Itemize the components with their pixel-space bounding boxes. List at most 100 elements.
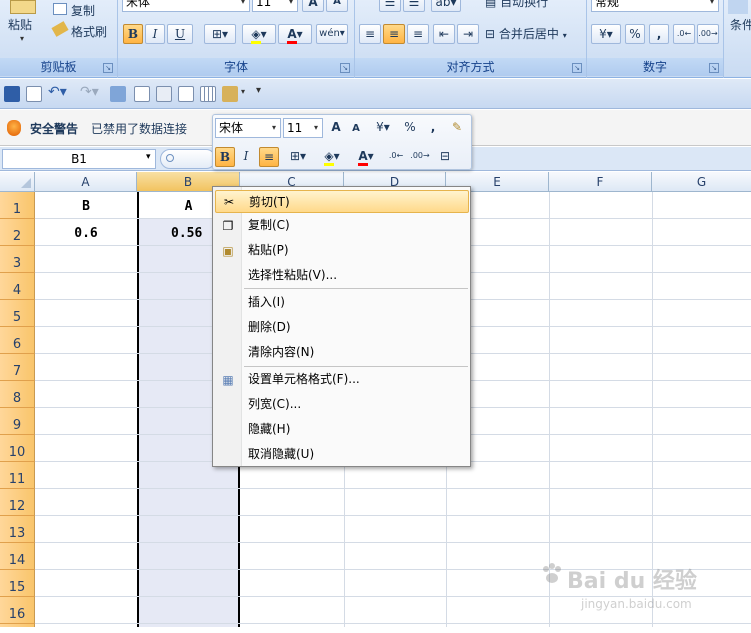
menu-item-unhide[interactable]: 取消隐藏(U) xyxy=(215,443,469,466)
mini-align-center-button[interactable]: ≡ xyxy=(259,147,279,167)
mini-format-painter-icon[interactable]: ✎ xyxy=(447,118,467,138)
paste-icon[interactable] xyxy=(10,0,36,14)
menu-item-paste-special[interactable]: 选择性粘贴(V)... xyxy=(215,264,469,287)
row-header-11[interactable]: 11 xyxy=(0,462,35,489)
row-header-7[interactable]: 7 xyxy=(0,354,35,381)
increase-indent-button[interactable]: ⇥ xyxy=(457,24,479,44)
orientation-button[interactable]: ab▾ xyxy=(431,0,461,12)
mini-border-button[interactable]: ⊞▾ xyxy=(283,147,313,167)
paste-dropdown-icon[interactable]: ▾ xyxy=(20,34,24,43)
menu-item-copy[interactable]: ❐ 复制(C) xyxy=(215,214,469,237)
currency-button[interactable]: ¥▾ xyxy=(591,24,621,44)
undo-icon[interactable]: ↶▾ xyxy=(48,84,67,100)
column-header-a[interactable]: A xyxy=(35,172,137,192)
chevron-down-icon[interactable]: ▾ xyxy=(146,152,151,162)
row-header-12[interactable]: 12 xyxy=(0,489,35,516)
border-button[interactable]: ⊞▾ xyxy=(204,24,236,44)
chevron-down-icon[interactable]: ▾ xyxy=(241,87,245,96)
row-header-9[interactable]: 9 xyxy=(0,408,35,435)
increase-decimal-button[interactable]: .0← xyxy=(673,24,695,44)
row-header-8[interactable]: 8 xyxy=(0,381,35,408)
column-header-f[interactable]: F xyxy=(549,172,652,192)
wrap-text-button[interactable]: ▤ 自动换行 xyxy=(485,0,585,12)
menu-item-delete[interactable]: 删除(D) xyxy=(215,316,469,339)
clipboard-launcher-icon[interactable]: ↘ xyxy=(103,63,113,73)
search-icon[interactable] xyxy=(178,86,194,102)
percent-button[interactable]: % xyxy=(625,24,645,44)
font-name-combo[interactable]: 宋体 ▾ xyxy=(122,0,250,12)
row-header-2[interactable]: 2 xyxy=(0,219,35,246)
font-launcher-icon[interactable]: ↘ xyxy=(340,63,350,73)
row-header-5[interactable]: 5 xyxy=(0,300,35,327)
row-header-10[interactable]: 10 xyxy=(0,435,35,462)
align-center-button[interactable]: ≡ xyxy=(383,24,405,44)
redo-icon[interactable]: ↷▾ xyxy=(80,84,99,100)
grid-icon[interactable] xyxy=(200,86,216,102)
number-launcher-icon[interactable]: ↘ xyxy=(709,63,719,73)
mini-font-size-combo[interactable]: 11 ▾ xyxy=(283,118,323,138)
align-bottom-button[interactable]: ☰ xyxy=(403,0,425,12)
row-header-6[interactable]: 6 xyxy=(0,327,35,354)
row-header-14[interactable]: 14 xyxy=(0,543,35,570)
copy-button[interactable]: 复制 xyxy=(71,2,95,19)
decrease-decimal-button[interactable]: .00→ xyxy=(697,24,719,44)
row-header-1[interactable]: 1 xyxy=(0,192,35,219)
mini-fill-color-button[interactable]: ◈▾ xyxy=(317,147,347,167)
number-format-combo[interactable]: 常规 ▾ xyxy=(591,0,719,12)
comma-button[interactable]: , xyxy=(649,24,669,44)
fill-color-button[interactable]: ◈▾ xyxy=(242,24,276,44)
align-left-button[interactable]: ≡ xyxy=(359,24,381,44)
mini-shrink-font-button[interactable]: A xyxy=(347,120,365,140)
mini-comma-button[interactable]: , xyxy=(425,118,441,138)
mini-increase-decimal-button[interactable]: .0← xyxy=(385,147,407,167)
menu-item-insert[interactable]: 插入(I) xyxy=(215,291,469,314)
save-icon[interactable] xyxy=(4,86,20,102)
menu-item-cut[interactable]: ✂ 剪切(T) xyxy=(215,190,469,213)
menu-item-paste[interactable]: ▣ 粘贴(P) xyxy=(215,239,469,262)
phonetic-button[interactable]: wén▾ xyxy=(316,24,348,44)
align-right-button[interactable]: ≡ xyxy=(407,24,429,44)
mini-bold-button[interactable]: B xyxy=(215,147,235,167)
merge-center-button[interactable]: ⊟ 合并后居中 ▾ xyxy=(485,24,583,44)
menu-item-hide[interactable]: 隐藏(H) xyxy=(215,418,469,441)
font-color-button[interactable]: A▾ xyxy=(278,24,312,44)
print-preview-icon[interactable] xyxy=(156,86,172,102)
mini-merge-button[interactable]: ⊟ xyxy=(435,147,455,167)
row-header-13[interactable]: 13 xyxy=(0,516,35,543)
cell-a1[interactable]: B xyxy=(35,199,137,214)
mini-currency-button[interactable]: ¥▾ xyxy=(369,118,397,138)
row-header-16[interactable]: 16 xyxy=(0,597,35,624)
new-document-icon[interactable] xyxy=(26,86,42,102)
name-box[interactable]: B1 xyxy=(2,149,156,169)
row-header-3[interactable]: 3 xyxy=(0,246,35,273)
italic-button[interactable]: I xyxy=(145,24,165,44)
customize-qat-icon[interactable]: ▾ xyxy=(256,85,261,96)
menu-item-format-cells[interactable]: ▦ 设置单元格格式(F)... xyxy=(215,368,469,391)
mini-italic-button[interactable]: I xyxy=(237,147,255,167)
row-header-15[interactable]: 15 xyxy=(0,570,35,597)
sort-icon[interactable] xyxy=(110,86,126,102)
underline-button[interactable]: U xyxy=(167,24,193,44)
form-icon[interactable] xyxy=(134,86,150,102)
format-painter-button[interactable]: 格式刷 xyxy=(71,23,107,40)
alignment-launcher-icon[interactable]: ↘ xyxy=(572,63,582,73)
tools-icon[interactable] xyxy=(222,86,238,102)
align-middle-button[interactable]: ☰ xyxy=(379,0,401,12)
menu-item-clear-contents[interactable]: 清除内容(N) xyxy=(215,341,469,364)
bold-button[interactable]: B xyxy=(123,24,143,44)
mini-grow-font-button[interactable]: A xyxy=(327,118,345,138)
decrease-indent-button[interactable]: ⇤ xyxy=(433,24,455,44)
menu-item-column-width[interactable]: 列宽(C)... xyxy=(215,393,469,416)
column-header-g[interactable]: G xyxy=(652,172,751,192)
row-header-4[interactable]: 4 xyxy=(0,273,35,300)
mini-font-name-combo[interactable]: 宋体 ▾ xyxy=(215,118,281,138)
conditional-format-button[interactable]: 条件 xyxy=(730,16,751,33)
shrink-font-button[interactable]: A xyxy=(326,0,348,12)
mini-decrease-decimal-button[interactable]: .00→ xyxy=(409,147,431,167)
cell-a2[interactable]: 0.6 xyxy=(35,226,137,241)
mini-font-color-button[interactable]: A▾ xyxy=(351,147,381,167)
mini-percent-button[interactable]: % xyxy=(401,118,419,138)
font-size-combo[interactable]: 11 ▾ xyxy=(252,0,298,12)
grow-font-button[interactable]: A xyxy=(302,0,324,12)
paste-button[interactable]: 粘贴 xyxy=(8,16,32,33)
